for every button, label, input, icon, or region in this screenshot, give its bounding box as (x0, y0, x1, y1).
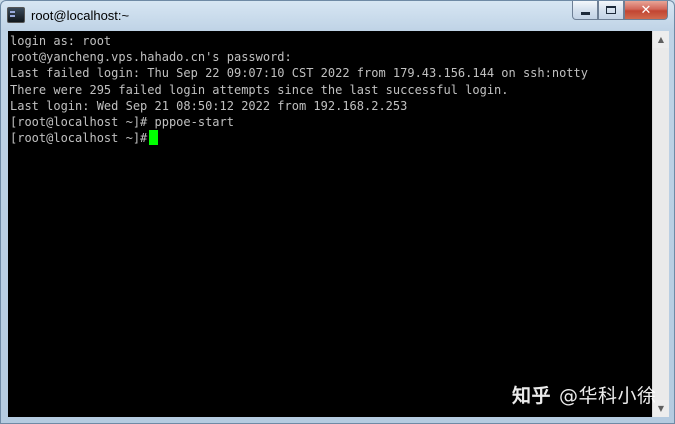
terminal-line: Last login: Wed Sep 21 08:50:12 2022 fro… (10, 98, 408, 113)
watermark: 知乎 @华科小徐 (512, 381, 657, 408)
window-controls: ✕ (572, 1, 668, 21)
close-button[interactable]: ✕ (624, 1, 668, 20)
maximize-icon (606, 6, 616, 14)
minimize-button[interactable] (572, 1, 598, 20)
window-title: root@localhost:~ (31, 8, 130, 23)
maximize-button[interactable] (598, 1, 624, 20)
terminal-prompt-line[interactable]: [root@localhost ~]# (10, 130, 652, 146)
minimize-icon (580, 11, 590, 15)
vertical-scrollbar[interactable]: ▲ ▼ (652, 31, 669, 417)
terminal-window: root@localhost:~ ✕ login as: root root@y… (0, 0, 675, 424)
zhihu-logo: 知乎 (512, 385, 552, 407)
title-bar[interactable]: root@localhost:~ ✕ (1, 1, 674, 31)
terminal-line: Last failed login: Thu Sep 22 09:07:10 C… (10, 66, 588, 81)
terminal-cursor (149, 130, 159, 146)
putty-app-icon[interactable] (7, 7, 25, 23)
terminal-line: There were 295 failed login attempts sin… (10, 82, 509, 97)
watermark-author: @华科小徐 (559, 385, 657, 407)
terminal-line: [root@localhost ~]# pppoe-start (10, 114, 234, 129)
close-icon: ✕ (640, 2, 652, 18)
scroll-up-arrow-icon[interactable]: ▲ (653, 31, 669, 48)
shell-prompt: [root@localhost ~]# (10, 131, 148, 146)
terminal-line: root@yancheng.vps.hahado.cn's password: (10, 50, 292, 65)
terminal-line: login as: root (10, 34, 112, 48)
terminal-output[interactable]: login as: root root@yancheng.vps.hahado.… (8, 31, 652, 417)
